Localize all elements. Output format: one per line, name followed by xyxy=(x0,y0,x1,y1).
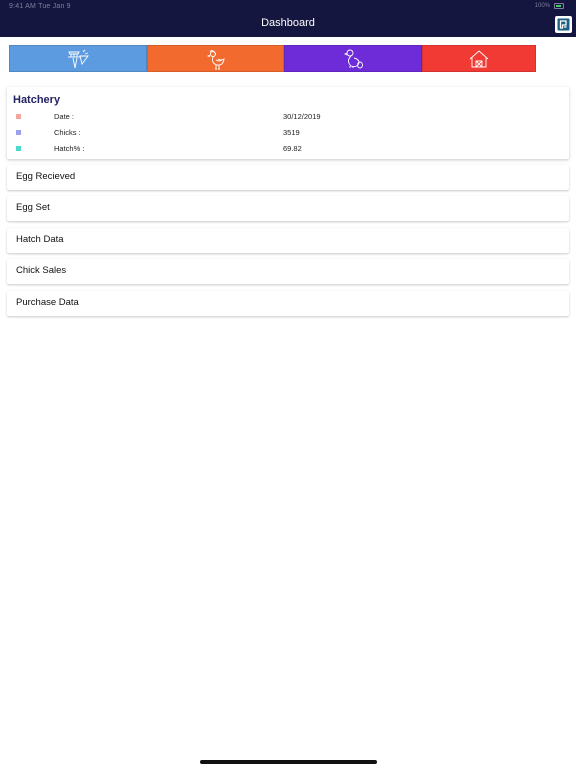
app-logo-icon[interactable] xyxy=(555,16,572,33)
list-item-purchase-data[interactable]: Purchase Data xyxy=(7,291,569,316)
summary-row-hatch: Hatch% : 69.82 xyxy=(7,143,569,155)
hatch-legend-marker xyxy=(16,146,21,151)
list-item-label: Egg Recieved xyxy=(16,171,76,182)
chicks-legend-marker xyxy=(16,130,21,135)
tab-chick[interactable] xyxy=(284,45,422,72)
tab-barn[interactable] xyxy=(422,45,536,72)
page-title: Dashboard xyxy=(261,17,315,29)
date-label: Date : xyxy=(54,112,75,121)
feed-icon xyxy=(65,48,91,70)
chick-icon xyxy=(341,48,365,70)
category-tabs xyxy=(9,45,536,72)
list-item-hatch-data[interactable]: Hatch Data xyxy=(7,228,569,253)
summary-row-date: Date : 30/12/2019 xyxy=(7,111,569,123)
list-item-egg-set[interactable]: Egg Set xyxy=(7,196,569,221)
status-indicators: 100% xyxy=(535,3,564,9)
hatch-label: Hatch% : xyxy=(54,144,85,153)
list-item-chick-sales[interactable]: Chick Sales xyxy=(7,259,569,284)
card-title: Hatchery xyxy=(13,94,61,106)
hatch-value: 69.82 xyxy=(283,144,302,153)
status-time: 9:41 AM Tue Jan 9 xyxy=(9,3,71,10)
chicks-value: 3519 xyxy=(283,128,300,137)
chicks-label: Chicks : xyxy=(54,128,81,137)
list-item-label: Chick Sales xyxy=(16,265,67,276)
hen-icon xyxy=(204,48,228,70)
summary-row-chicks: Chicks : 3519 xyxy=(7,127,569,139)
hatchery-summary-card: Hatchery Date : 30/12/2019 Chicks : 3519… xyxy=(7,87,569,159)
date-value: 30/12/2019 xyxy=(283,112,321,121)
date-legend-marker xyxy=(16,114,21,119)
navigation-bar: 9:41 AM Tue Jan 9 100% Dashboard xyxy=(0,0,576,37)
battery-icon xyxy=(554,3,564,9)
list-item-label: Egg Set xyxy=(16,202,50,213)
list-item-label: Purchase Data xyxy=(16,297,79,308)
tab-feed[interactable] xyxy=(9,45,147,72)
home-indicator[interactable] xyxy=(200,760,377,764)
barn-icon xyxy=(467,48,491,70)
battery-percent: 100% xyxy=(534,3,550,9)
tab-hen[interactable] xyxy=(147,45,284,72)
list-item-egg-received[interactable]: Egg Recieved xyxy=(7,165,569,190)
list-item-label: Hatch Data xyxy=(16,234,64,245)
